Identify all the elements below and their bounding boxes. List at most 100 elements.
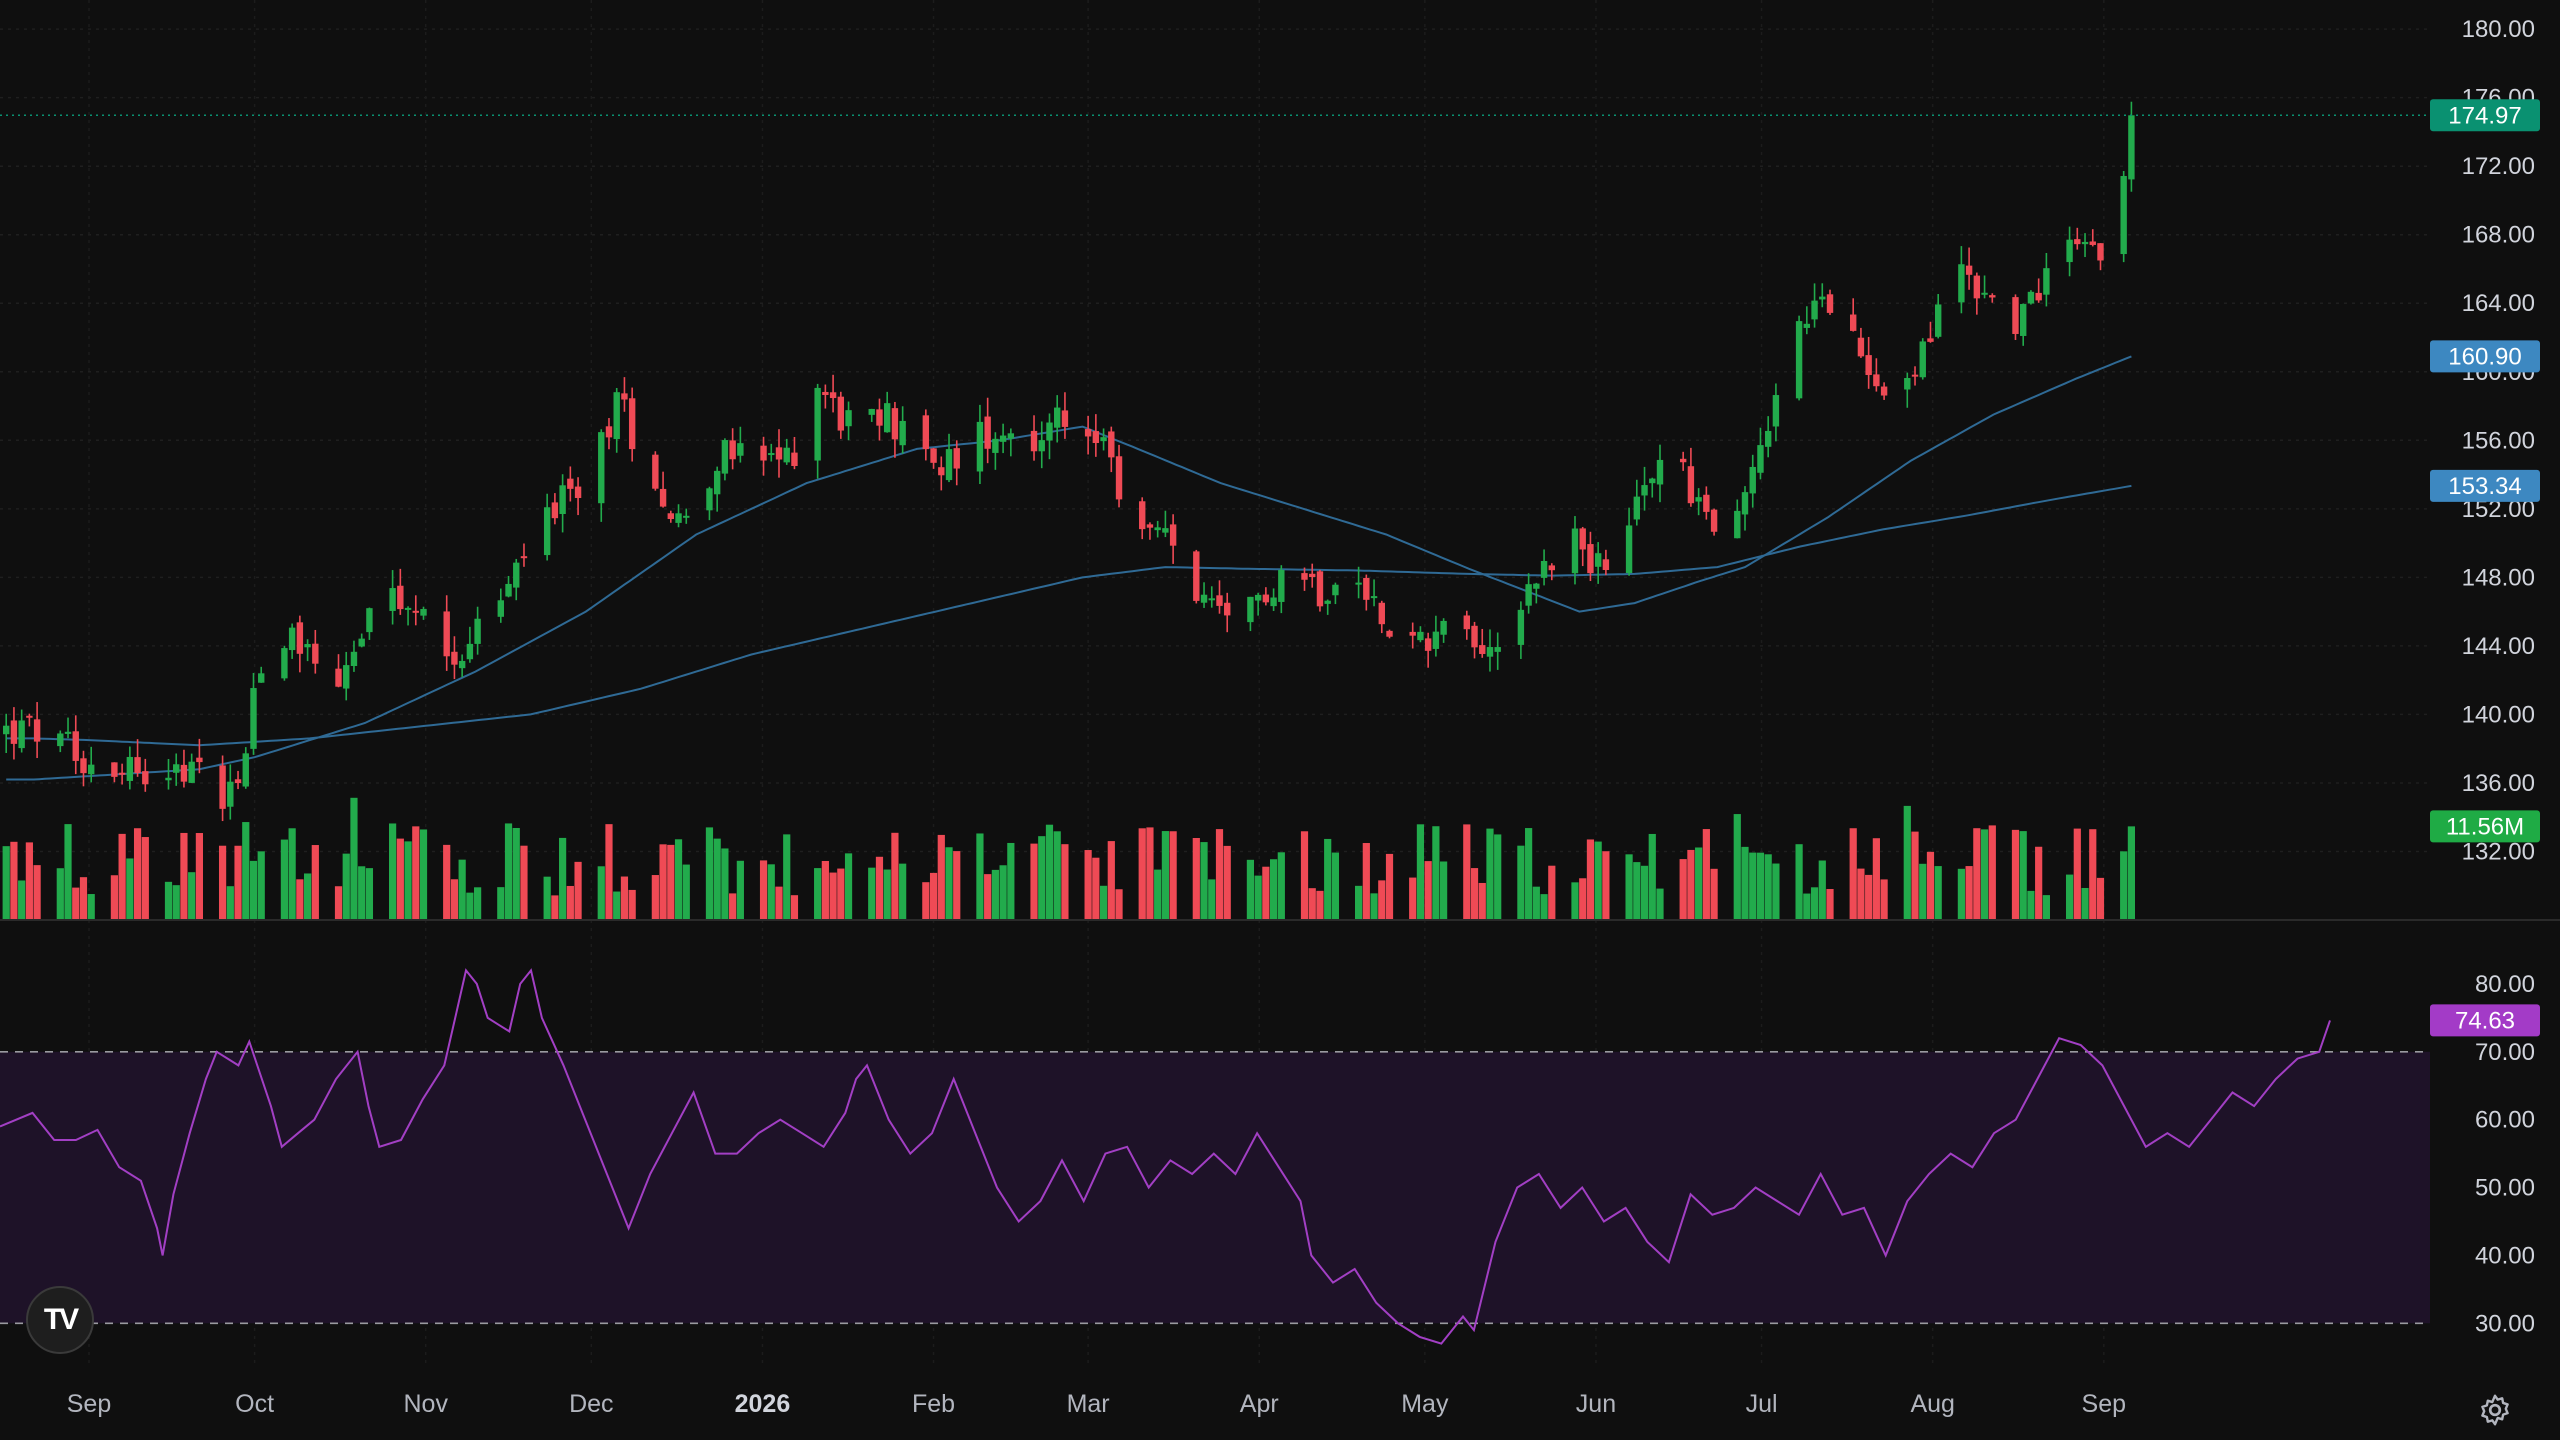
- volume-bar: [1988, 825, 1996, 920]
- rsi-badge: 74.63: [2455, 1007, 2515, 1034]
- volume-bar: [1965, 866, 1973, 920]
- tradingview-logo-icon[interactable]: TV: [26, 1286, 94, 1354]
- candle-body: [1849, 314, 1857, 331]
- time-tick-label: 2026: [735, 1390, 791, 1418]
- candle-body: [1278, 569, 1285, 602]
- candle-body: [737, 443, 744, 456]
- candle-body: [1757, 445, 1764, 473]
- candle-body: [1424, 638, 1432, 651]
- candle-body: [945, 449, 953, 481]
- candle-body: [296, 622, 304, 654]
- candle-body: [505, 583, 512, 597]
- candle-body: [768, 453, 775, 456]
- volume-bar: [1571, 882, 1579, 920]
- volume-bar: [1795, 844, 1803, 920]
- volume-bar: [1880, 879, 1888, 920]
- volume-bar: [1486, 828, 1494, 920]
- candle-body: [1471, 625, 1478, 648]
- volume-bar: [1602, 851, 1610, 920]
- volume-bar: [419, 829, 428, 920]
- volume-bar: [110, 875, 118, 920]
- volume-bar: [682, 864, 690, 920]
- candle-body: [26, 715, 33, 718]
- candle-body: [652, 454, 659, 489]
- candle-body: [1262, 594, 1270, 603]
- candle-body: [1958, 264, 1965, 303]
- volume-bar: [87, 894, 95, 920]
- candle-body: [134, 757, 141, 774]
- candle-body: [1061, 410, 1069, 427]
- volume-bar: [566, 885, 574, 920]
- volume-bar: [350, 797, 358, 920]
- candle-body: [1625, 525, 1633, 574]
- volume-bar: [118, 833, 126, 920]
- volume-bar: [133, 828, 142, 920]
- candle-body: [451, 651, 458, 665]
- candle-body: [1208, 598, 1215, 601]
- price-tick-label: 136.00: [2462, 770, 2535, 797]
- candle-body: [118, 772, 126, 775]
- volume-bar: [1903, 805, 1911, 920]
- price-tick-label: 180.00: [2462, 16, 2535, 43]
- candle-body: [1417, 631, 1424, 641]
- volume-bar: [1092, 857, 1100, 920]
- volume-bar: [1648, 833, 1656, 920]
- candle-body: [2074, 239, 2081, 245]
- volume-bar: [1254, 875, 1262, 920]
- volume-bar: [1772, 863, 1780, 920]
- candle-body: [227, 781, 234, 807]
- volume-bar: [2089, 829, 2097, 920]
- candle-body: [1479, 645, 1486, 654]
- volume-bar: [2081, 887, 2089, 920]
- candle-body: [783, 447, 790, 463]
- volume-bar: [1764, 854, 1772, 920]
- volume-bar: [953, 851, 961, 920]
- volume-bar: [296, 879, 304, 920]
- candle-body: [760, 445, 767, 461]
- volume-bar: [775, 886, 783, 920]
- volume-bar: [1656, 888, 1664, 920]
- candle-body: [1224, 602, 1231, 616]
- candle-body: [1084, 429, 1092, 437]
- volume-bar: [2035, 846, 2043, 920]
- candle-body: [667, 513, 675, 520]
- volume-bar: [1926, 851, 1935, 920]
- candle-body: [1108, 431, 1115, 458]
- candle-body: [3, 725, 10, 735]
- candle-body: [1703, 494, 1710, 512]
- price-tick-label: 132.00: [2462, 838, 2535, 865]
- volume-bar: [1038, 836, 1046, 920]
- candle-body: [1795, 321, 1803, 399]
- volume-bar: [2073, 828, 2081, 920]
- time-tick-label: Nov: [403, 1390, 448, 1418]
- volume-bar: [814, 868, 822, 920]
- volume-bar: [443, 844, 451, 920]
- candle-body: [1525, 584, 1532, 606]
- candle-body: [1363, 577, 1370, 600]
- volume-bar: [141, 837, 149, 920]
- chart-root[interactable]: 180.00176.00172.00168.00164.00160.00156.…: [0, 0, 2560, 1440]
- candle-body: [999, 435, 1007, 442]
- volume-bar: [1625, 854, 1633, 920]
- volume-bar: [1045, 824, 1054, 920]
- time-tick-label: Aug: [1910, 1390, 1954, 1418]
- volume-bar: [543, 876, 551, 920]
- volume-bar: [1803, 893, 1811, 920]
- candle-body: [2081, 241, 2089, 245]
- volume-bar: [1702, 829, 1710, 920]
- price-chart[interactable]: 180.00176.00172.00168.00164.00160.00156.…: [0, 0, 2560, 1440]
- candle-body: [2020, 304, 2027, 336]
- volume-bar: [396, 838, 404, 920]
- volume-bar: [1362, 843, 1370, 920]
- volume-bar: [358, 866, 366, 920]
- candle-body: [33, 719, 41, 742]
- settings-gear-icon[interactable]: [2477, 1392, 2513, 1428]
- volume-bar: [1192, 837, 1200, 920]
- volume-bar: [218, 845, 227, 920]
- volume-bar: [1138, 828, 1146, 920]
- volume-bar: [1262, 866, 1270, 920]
- candle-body: [845, 410, 852, 427]
- candle-body: [1695, 497, 1702, 502]
- rsi-tick-label: 60.00: [2475, 1107, 2535, 1134]
- candle-body: [868, 408, 875, 415]
